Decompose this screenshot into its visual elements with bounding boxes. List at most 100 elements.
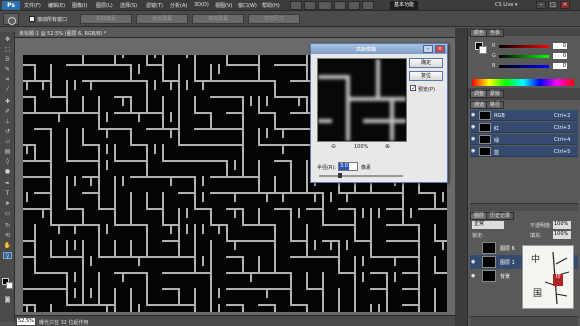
menu-window[interactable]: 窗口(W) — [238, 2, 257, 9]
document-tab[interactable]: 未标题-1 @ 52.5% (图层 6, RGB/8) * — [15, 28, 455, 38]
calligraphy-char: 国 — [533, 289, 543, 299]
fit-screen-button[interactable]: 适合屏幕 — [136, 14, 188, 24]
fill-screen-button[interactable]: 填充屏幕 — [192, 14, 244, 24]
quick-select-tool-icon[interactable]: ✎ — [3, 66, 12, 73]
pen-tool-icon[interactable]: ✒ — [3, 180, 12, 187]
preview-frame[interactable] — [317, 58, 407, 142]
dodge-tool-icon[interactable]: ● — [3, 168, 12, 175]
path-select-tool-icon[interactable]: ➤ — [3, 200, 12, 207]
toolbox: ✥ ⬚ ᘐ ✎ ⌗ ⁄ ✚ ✐ ⊥ ↺ ▱ ▤ ◊ ● ✒ T ➤ ▭ ↻ ⟲ … — [0, 32, 15, 322]
close-icon[interactable]: × — [560, 1, 570, 9]
tab-paths[interactable]: 路径 — [486, 101, 505, 109]
gradient-tool-icon[interactable]: ▤ — [3, 148, 12, 155]
scroll-all-windows-checkbox[interactable] — [29, 16, 35, 22]
eye-icon[interactable]: ◉ — [471, 259, 475, 265]
brush-tool-icon[interactable]: ✐ — [3, 108, 12, 115]
layers-footer — [470, 316, 578, 326]
restore-icon[interactable]: □ — [548, 1, 558, 9]
radius-slider-thumb[interactable] — [338, 173, 342, 178]
menu-view[interactable]: 视图(V) — [215, 2, 232, 9]
marquee-tool-icon[interactable]: ⬚ — [3, 46, 12, 53]
zoom-tool-icon[interactable]: ⚲ — [3, 252, 12, 260]
ok-button[interactable]: 确定 — [409, 58, 443, 68]
radius-input[interactable]: 3.0 — [338, 162, 358, 171]
eye-icon[interactable]: ◉ — [471, 148, 477, 154]
crop-tool-icon[interactable]: ⌗ — [3, 76, 12, 83]
cs-live-menu[interactable]: CS Live ▾ — [495, 2, 518, 8]
menu-file[interactable]: 文件(F) — [24, 2, 41, 9]
actual-pixels-button[interactable]: 实际像素 — [80, 14, 132, 24]
zoom-field[interactable]: 52.5% — [17, 318, 35, 325]
radius-unit: 像素 — [361, 165, 372, 171]
menu-select[interactable]: 选择(S) — [120, 2, 137, 9]
eye-icon[interactable]: ◉ — [471, 124, 477, 130]
channel-shortcut: Ctrl+3 — [554, 125, 571, 131]
tab-history[interactable]: 历史记录 — [486, 212, 515, 220]
channel-shortcut: Ctrl+4 — [554, 137, 571, 143]
menu-edit[interactable]: 编辑(E) — [48, 2, 65, 9]
eye-icon[interactable]: ◉ — [471, 136, 477, 142]
slider-g-track[interactable] — [499, 55, 549, 58]
zoom-in-icon[interactable]: ⊕ — [385, 143, 390, 150]
type-tool-icon[interactable]: T — [3, 190, 12, 197]
channel-shortcut: Ctrl+5 — [554, 149, 571, 155]
history-brush-tool-icon[interactable]: ↺ — [3, 128, 12, 135]
menu-3d[interactable]: 3D(D) — [194, 2, 209, 8]
close-icon[interactable]: × — [435, 45, 445, 53]
color-panel-background[interactable] — [479, 46, 487, 54]
tool-preset-picker[interactable] — [3, 13, 19, 25]
opacity-field[interactable]: 100% — [553, 221, 571, 229]
layer-thumbnail — [482, 242, 496, 254]
reset-button[interactable]: 复位 — [409, 71, 443, 81]
eye-icon[interactable]: ◉ — [471, 112, 477, 118]
color-spectrum-bar[interactable] — [472, 79, 574, 86]
menu-image[interactable]: 图像(I) — [72, 2, 87, 9]
slider-g-value[interactable]: 0 — [553, 53, 567, 59]
shape-tool-icon[interactable]: ▭ — [3, 210, 12, 217]
slider-r-value[interactable]: 0 — [553, 43, 567, 49]
healing-brush-tool-icon[interactable]: ✚ — [3, 98, 12, 105]
slider-b-track[interactable] — [499, 65, 549, 68]
menu-filter[interactable]: 滤镜(T) — [146, 2, 163, 9]
channel-row-blue[interactable]: ◉ 蓝 Ctrl+5 — [470, 146, 578, 157]
slider-b-label: B — [492, 63, 496, 69]
workspace-switcher[interactable]: 基本功能 — [390, 1, 418, 10]
zoom-level-menu[interactable] — [318, 1, 332, 10]
clone-stamp-tool-icon[interactable]: ⊥ — [3, 118, 12, 125]
hand-tool-icon[interactable]: ✋ — [3, 242, 12, 249]
blur-tool-icon[interactable]: ◊ — [3, 158, 12, 165]
zoom-out-icon[interactable]: ⊖ — [331, 143, 336, 150]
move-tool-icon[interactable]: ✥ — [3, 36, 12, 43]
mini-bridge-button[interactable] — [304, 1, 316, 10]
menu-layer[interactable]: 图层(L) — [96, 2, 113, 9]
eye-icon[interactable]: ◉ — [471, 273, 475, 279]
hand-tool-button[interactable] — [334, 1, 346, 10]
rotate-view-button[interactable] — [348, 1, 360, 10]
tab-masks[interactable]: 蒙版 — [486, 90, 505, 98]
eyedropper-tool-icon[interactable]: ⁄ — [3, 86, 12, 93]
lasso-tool-icon[interactable]: ᘐ — [3, 56, 12, 63]
arrange-documents-button[interactable] — [362, 1, 374, 10]
slider-b-value[interactable]: 0 — [553, 63, 567, 69]
quick-mask-icon[interactable]: ◙ — [3, 296, 12, 303]
menu-help[interactable]: 帮助(H) — [262, 2, 280, 9]
menu-analysis[interactable]: 分析(A) — [170, 2, 187, 9]
fill-field[interactable]: 100% — [553, 231, 571, 239]
tab-swatches[interactable]: 色板 — [486, 29, 505, 37]
minimize-icon[interactable]: – — [536, 1, 546, 9]
eraser-tool-icon[interactable]: ▱ — [3, 138, 12, 145]
blend-mode-select[interactable]: 正常 — [472, 221, 504, 229]
3d-rotate-tool-icon[interactable]: ↻ — [3, 222, 12, 229]
channel-row-rgb[interactable]: ◉ RGB Ctrl+2 — [470, 110, 578, 121]
slider-r-track[interactable] — [499, 45, 549, 48]
channel-row-green[interactable]: ◉ 绿 Ctrl+4 — [470, 134, 578, 145]
preview-checkbox[interactable]: ✓ — [410, 85, 416, 92]
3d-camera-tool-icon[interactable]: ⟲ — [3, 232, 12, 239]
background-color-swatch[interactable] — [6, 282, 13, 289]
radius-slider[interactable] — [319, 175, 403, 177]
minimize-icon[interactable]: – — [423, 45, 433, 53]
bridge-button[interactable] — [290, 1, 302, 10]
dialog-titlebar[interactable]: 高斯模糊 – × — [311, 44, 447, 54]
channel-row-red[interactable]: ◉ 红 Ctrl+3 — [470, 122, 578, 133]
print-size-button[interactable]: 打印尺寸 — [248, 14, 300, 24]
